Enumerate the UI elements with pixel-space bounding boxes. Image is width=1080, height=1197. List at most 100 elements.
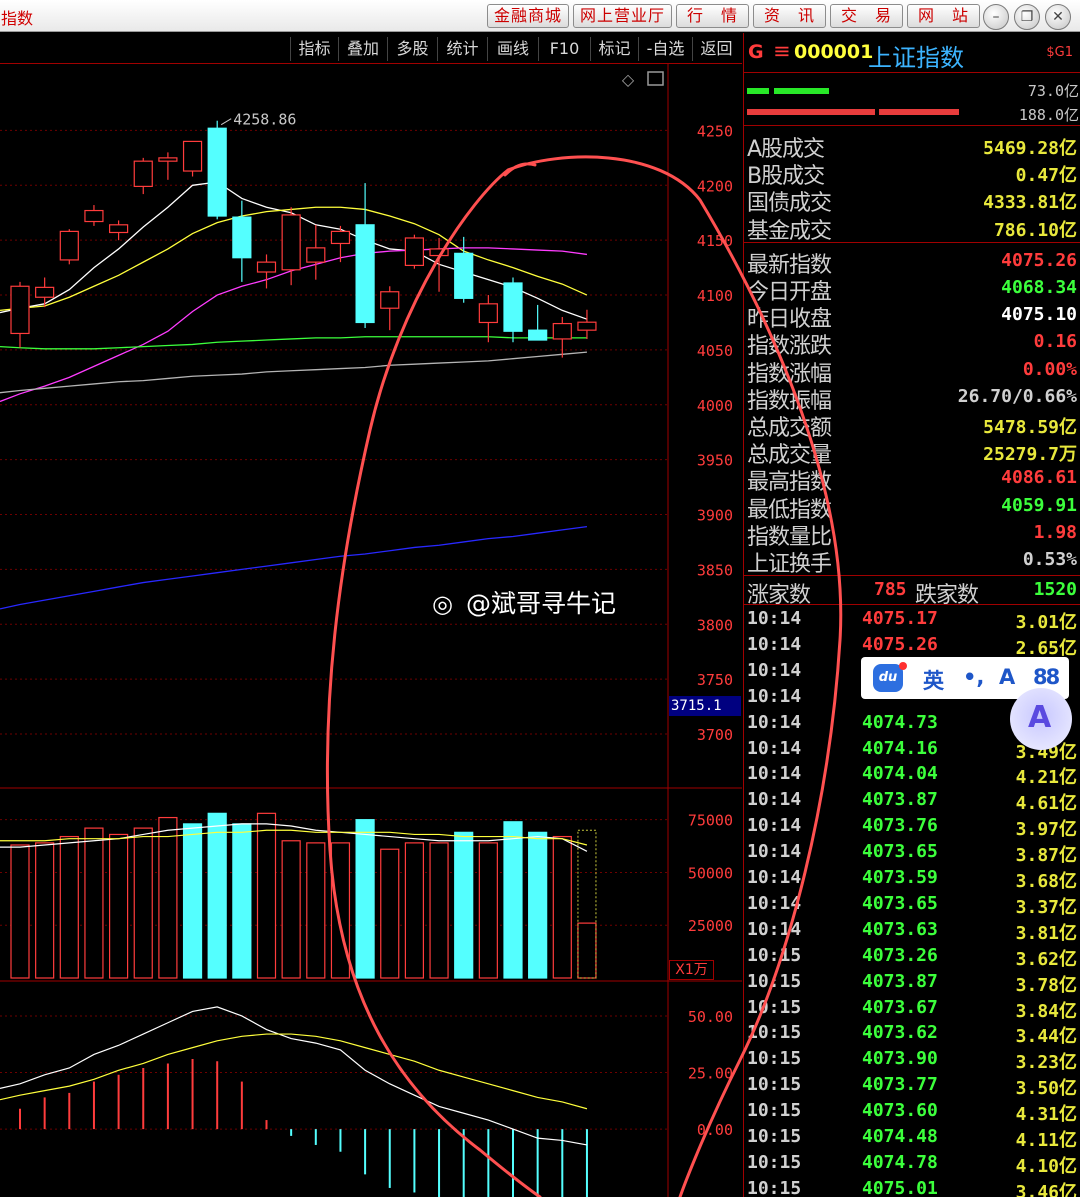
tick-row[interactable]: 10:14 4073.65 3.87亿 [744, 840, 1080, 866]
tick-row[interactable]: 10:15 4073.77 3.50亿 [744, 1073, 1080, 1099]
toolbar-mark[interactable]: 标记 [590, 37, 638, 61]
tick-price: 4075.26 [862, 633, 938, 655]
bar-value-1: 73.0亿 [1027, 82, 1079, 100]
volume-bar [59, 835, 79, 979]
stat-row: 最新指数 4075.26 [744, 247, 1080, 278]
tick-price: 4073.62 [862, 1022, 938, 1044]
market-tag: G [748, 41, 764, 63]
ime-english-toggle[interactable]: 英 [923, 665, 944, 695]
tick-time: 10:15 [747, 1074, 802, 1096]
stat-value: 4075.10 [1001, 304, 1077, 326]
finance-mall-button[interactable]: 金融商城 [487, 4, 569, 28]
tick-time: 10:15 [747, 996, 802, 1018]
ime-logo-icon[interactable]: du [873, 664, 903, 692]
ime-float-icon: A [1028, 700, 1052, 735]
volume-bar [256, 812, 277, 979]
tick-row[interactable]: 10:14 4073.65 3.37亿 [744, 892, 1080, 918]
candle-body [503, 282, 523, 332]
tick-amount: 4.31亿 [1015, 1104, 1077, 1126]
macd-line [0, 1033, 588, 1110]
tick-row[interactable]: 10:14 4075.26 2.65亿 [744, 633, 1080, 659]
tick-price: 4073.65 [862, 841, 938, 863]
kline-chart[interactable]: 4258.86 4250 4200 4150 4100 4050 4000 3950 3900… [0, 64, 742, 1197]
tick-amount: 3.46亿 [1015, 1181, 1077, 1197]
ime-punctuation-toggle[interactable]: •, [963, 665, 984, 689]
tick-price: 4073.65 [862, 892, 938, 914]
ime-apps-icon[interactable]: 88 [1033, 665, 1060, 689]
volume-bar [306, 842, 326, 979]
toolbar-back[interactable]: 返回 [692, 37, 740, 61]
tick-row[interactable]: 10:14 4073.87 4.61亿 [744, 788, 1080, 814]
tick-row[interactable]: 10:15 4073.90 3.23亿 [744, 1047, 1080, 1073]
website-button[interactable]: 网 站 [907, 4, 980, 28]
stat-row: A股成交 5469.28亿 [744, 131, 1080, 162]
ime-floating-button[interactable]: A [1010, 688, 1072, 750]
volume-bar [552, 835, 572, 979]
tick-price: 4073.87 [862, 789, 938, 811]
price-tick-label: 3850 [697, 561, 733, 579]
toolbar-watchlist[interactable]: -自选 [638, 37, 692, 61]
stat-value: 0.53% [1022, 549, 1077, 570]
tick-time: 10:14 [747, 711, 802, 733]
volume-tick-label: 50000 [688, 864, 733, 882]
tick-row[interactable]: 10:14 4074.04 4.21亿 [744, 762, 1080, 788]
candle-body [158, 157, 178, 162]
watermark-text: @斌哥寻牛记 [466, 589, 617, 618]
tick-time: 10:15 [747, 944, 802, 966]
stat-value: 5469.28亿 [983, 138, 1077, 159]
stat-value: 4059.91 [1001, 494, 1077, 516]
volume-bar [207, 812, 227, 979]
toolbar-statistics[interactable]: 统计 [437, 37, 487, 61]
tick-price: 4073.60 [862, 1100, 938, 1122]
tick-row[interactable]: 10:14 4073.59 3.68亿 [744, 866, 1080, 892]
quotes-button[interactable]: 行 情 [676, 4, 749, 28]
ime-assistant-icon[interactable]: A [999, 665, 1015, 689]
tick-row[interactable]: 10:15 4074.78 4.10亿 [744, 1151, 1080, 1177]
candle-body [478, 303, 498, 324]
index-tag: $G1 [1046, 45, 1073, 60]
toolbar-f10[interactable]: F10 [538, 37, 590, 61]
volume-bar [232, 823, 252, 979]
tick-amount: 2.65亿 [1015, 637, 1077, 659]
tick-row[interactable]: 10:15 4073.87 3.78亿 [744, 970, 1080, 996]
tick-price: 4073.77 [862, 1074, 938, 1096]
stat-value: 25279.7万 [983, 444, 1077, 466]
minimize-icon[interactable]: – [983, 4, 1009, 30]
tick-amount: 3.84亿 [1015, 1000, 1077, 1022]
tick-row[interactable]: 10:15 4073.60 4.31亿 [744, 1099, 1080, 1125]
volume-bar [528, 831, 548, 979]
tick-row[interactable]: 10:15 4075.01 3.46亿 [744, 1177, 1080, 1197]
volume-bar [404, 842, 424, 979]
tick-time: 10:15 [747, 1126, 802, 1147]
toolbar-overlay[interactable]: 叠加 [338, 37, 387, 61]
toolbar-multi-stock[interactable]: 多股 [387, 37, 437, 61]
stat-row: 基金成交 786.10亿 [744, 213, 1080, 244]
stat-row: 总成交量 25279.7万 [744, 437, 1080, 468]
tick-time: 10:14 [747, 608, 802, 629]
tick-row[interactable]: 10:15 4073.67 3.84亿 [744, 996, 1080, 1022]
tick-price: 4074.16 [862, 737, 938, 759]
toolbar-indicator[interactable]: 指标 [290, 37, 338, 61]
tick-row[interactable]: 10:15 4073.62 3.44亿 [744, 1021, 1080, 1047]
stat-row: B股成交 0.47亿 [744, 158, 1080, 189]
tick-time: 10:14 [747, 867, 802, 888]
tick-row[interactable]: 10:15 4073.26 3.62亿 [744, 944, 1080, 970]
news-button[interactable]: 资 讯 [753, 4, 826, 28]
toolbar-draw-line[interactable]: 画线 [487, 37, 538, 61]
close-icon[interactable]: ✕ [1045, 4, 1071, 30]
online-hall-button[interactable]: 网上营业厅 [573, 4, 672, 28]
tick-row[interactable]: 10:14 4075.17 3.01亿 [744, 607, 1080, 633]
restore-icon[interactable]: ❐ [1014, 4, 1040, 30]
quote-header: G ≡ 000001 上证指数 $G1 [744, 33, 1080, 73]
tick-row[interactable]: 10:14 4073.63 3.81亿 [744, 918, 1080, 944]
candle-body [35, 286, 55, 298]
tick-row[interactable]: 10:15 4074.48 4.11亿 [744, 1125, 1080, 1151]
menu-icon[interactable]: ≡ [773, 39, 791, 63]
tick-row[interactable]: 10:14 4073.76 3.97亿 [744, 814, 1080, 840]
stat-row: 上证换手 0.53% [744, 546, 1080, 577]
window-title: 指数 [1, 9, 34, 28]
stat-row: 指数涨跌 0.16 [744, 328, 1080, 359]
trade-button[interactable]: 交 易 [830, 4, 903, 28]
tick-time: 10:15 [747, 1022, 802, 1044]
stat-value: 4075.26 [1001, 249, 1077, 271]
